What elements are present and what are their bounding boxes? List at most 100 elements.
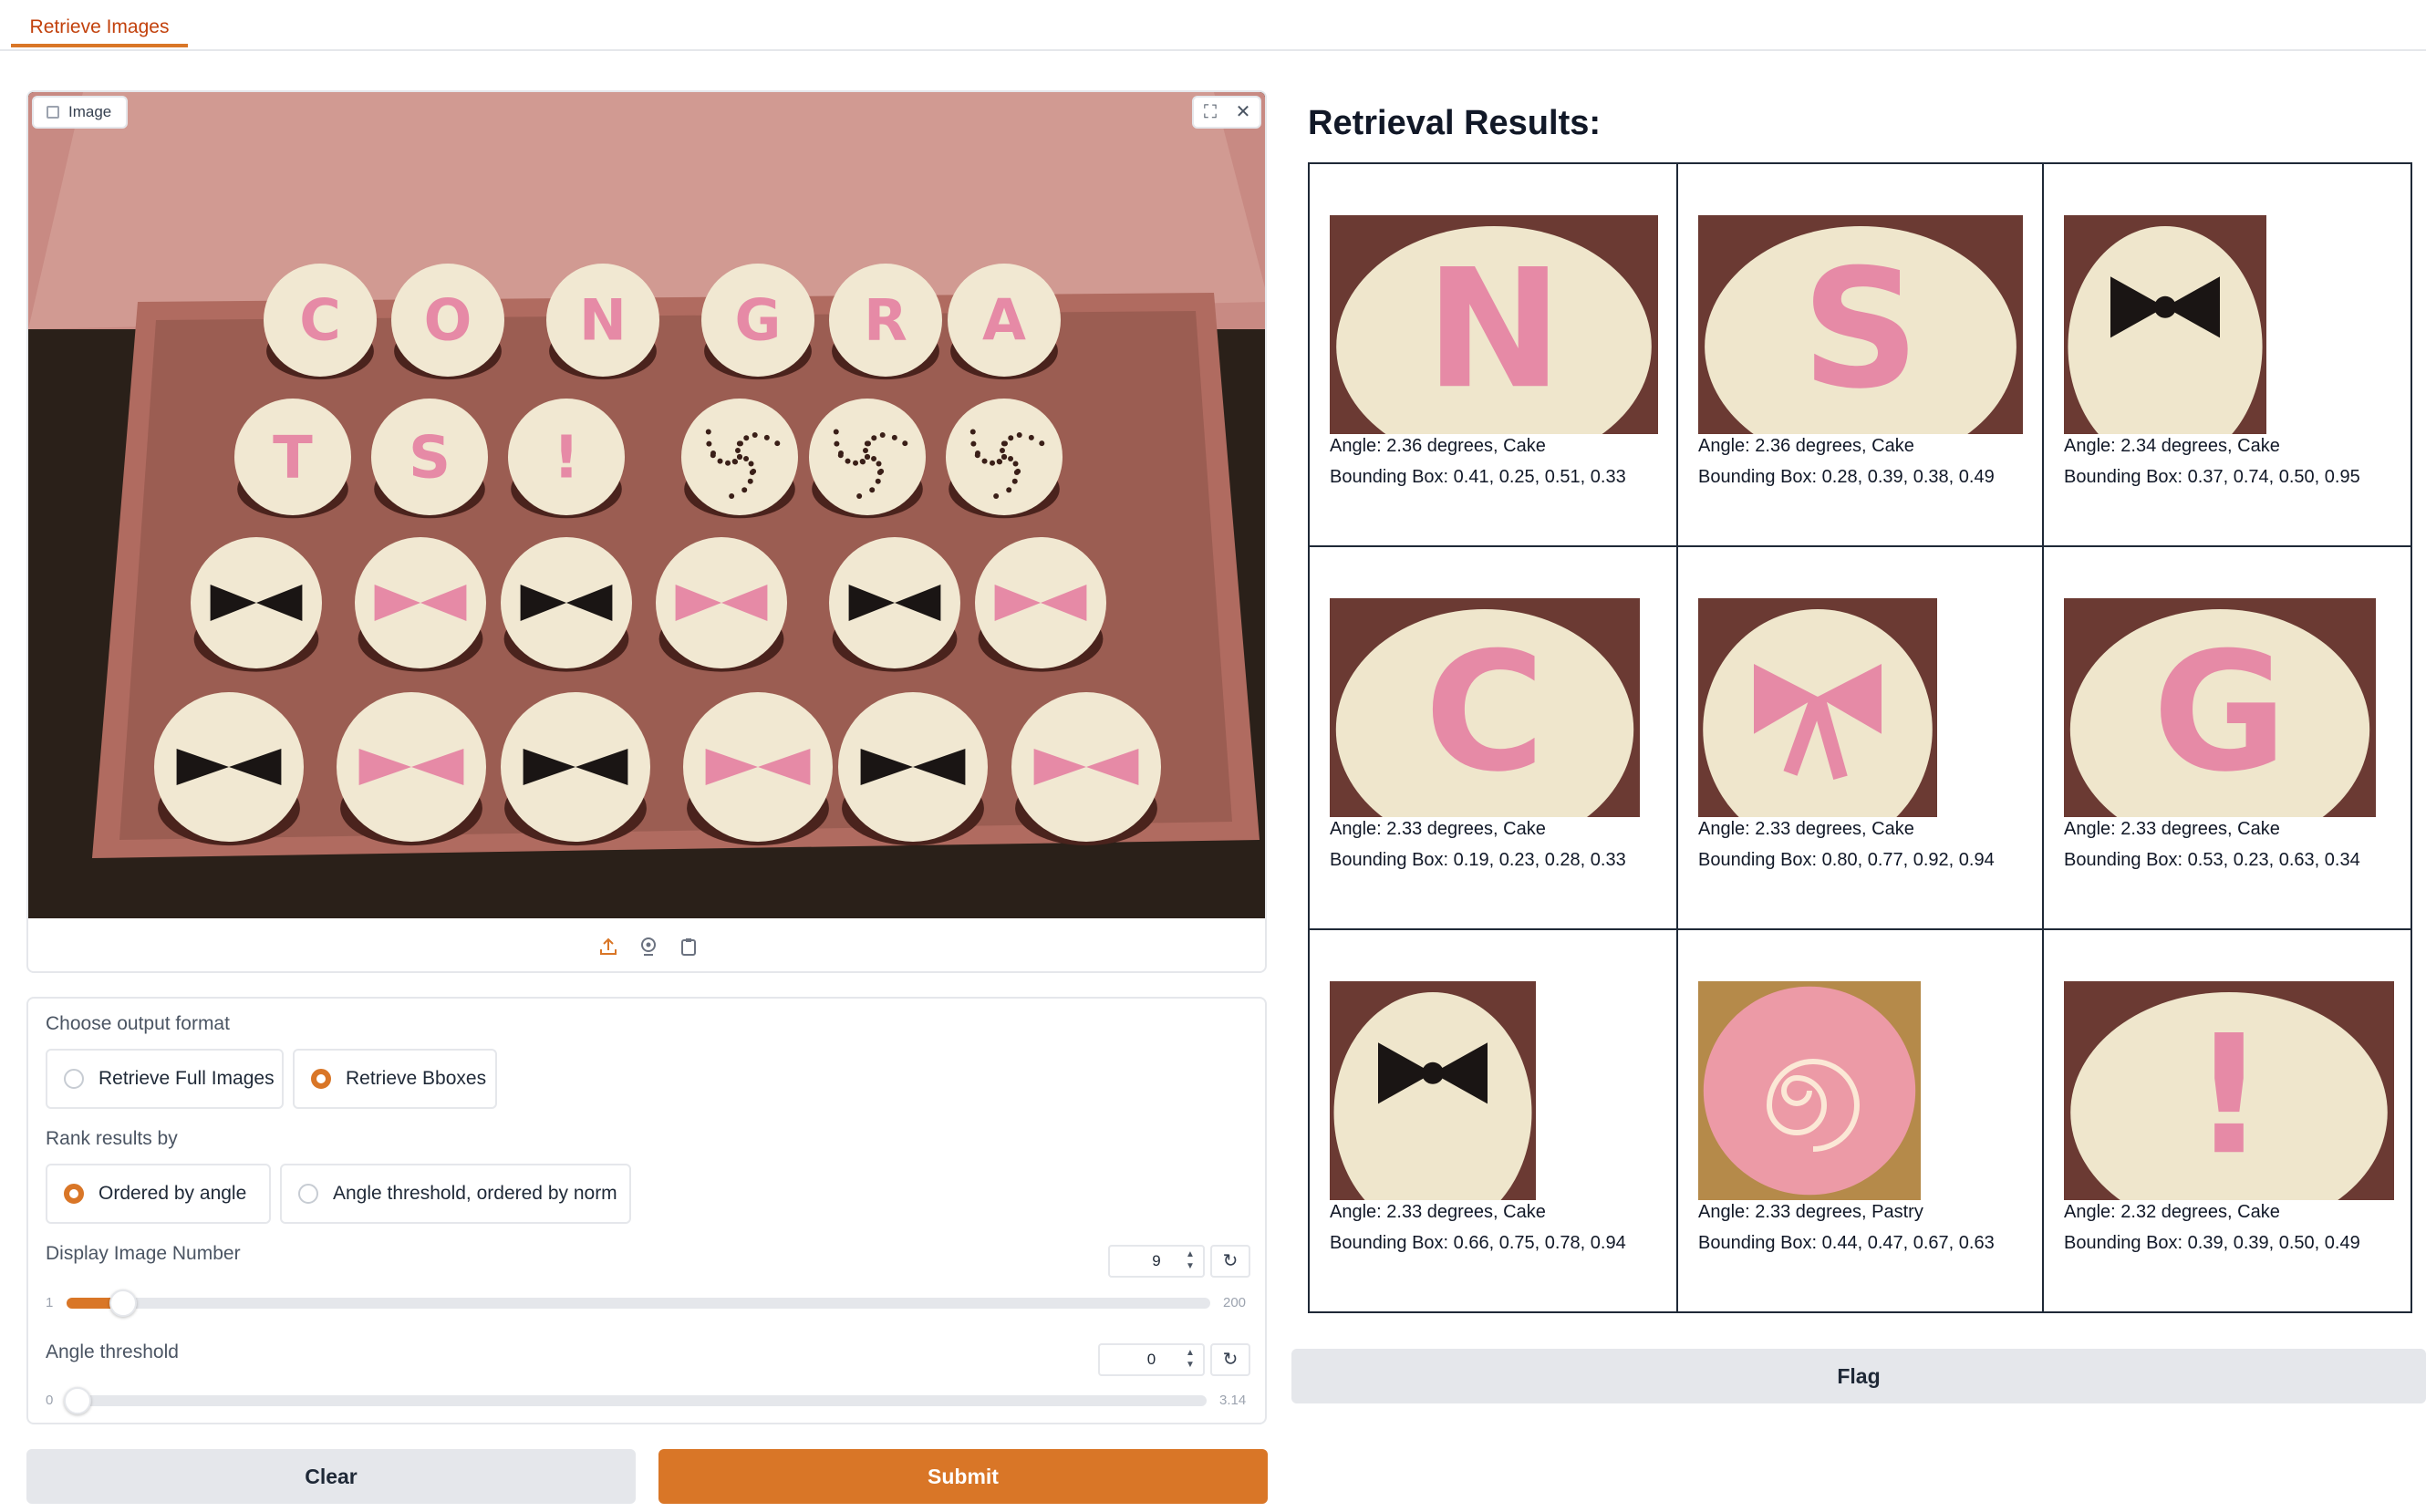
cupcake: [191, 537, 322, 672]
cupcake: O: [391, 264, 504, 380]
result-cell: S Angle: 2.36 degrees, Cake Bounding Box: …: [1678, 164, 2044, 547]
reset-icon[interactable]: ↻: [1210, 1343, 1250, 1376]
cupcake: C: [264, 264, 377, 380]
cupcake: [838, 692, 988, 846]
result-bbox-label: Bounding Box: 0.44, 0.47, 0.67, 0.63: [1698, 1233, 1995, 1253]
slider-min: 1: [46, 1295, 54, 1310]
reset-icon[interactable]: ↻: [1210, 1245, 1250, 1278]
result-angle-label: Angle: 2.33 degrees, Cake: [1698, 819, 1914, 839]
source-selector: [28, 918, 1265, 971]
cupcake: [829, 537, 960, 672]
result-bbox-label: Bounding Box: 0.19, 0.23, 0.28, 0.33: [1330, 850, 1626, 870]
cupcake: S: [371, 399, 488, 519]
flag-button[interactable]: Flag: [1291, 1349, 2426, 1403]
display-number-slider[interactable]: [67, 1289, 1210, 1317]
cupcake: N: [546, 264, 659, 380]
svg-text:O: O: [424, 287, 472, 354]
result-angle-label: Angle: 2.33 degrees, Cake: [1330, 819, 1546, 839]
result-angle-label: Angle: 2.34 degrees, Cake: [2064, 436, 2280, 456]
result-cell: Angle: 2.34 degrees, Cake Bounding Box: 0…: [2044, 164, 2410, 547]
cupcake: [975, 537, 1106, 672]
result-bbox-label: Bounding Box: 0.53, 0.23, 0.63, 0.34: [2064, 850, 2360, 870]
result-thumbnail: [1698, 981, 1921, 1200]
slider-max: 3.14: [1219, 1393, 1247, 1408]
cupcake: R: [829, 264, 942, 380]
image-icon: [47, 106, 59, 119]
result-bbox-label: Bounding Box: 0.41, 0.25, 0.51, 0.33: [1330, 467, 1626, 487]
fullscreen-icon[interactable]: ⛶: [1194, 98, 1227, 127]
svg-text:S: S: [409, 424, 451, 492]
radio-dot-selected: [64, 1184, 84, 1204]
cupcake: [681, 399, 798, 519]
radio-dot: [298, 1184, 318, 1204]
input-photo: C O N G R A T S!: [28, 92, 1265, 918]
clipboard-icon[interactable]: [679, 937, 699, 957]
cupcake: [683, 692, 833, 846]
radio-ordered-by-angle[interactable]: Ordered by angle: [46, 1164, 271, 1224]
radio-retrieve-bboxes[interactable]: Retrieve Bboxes: [293, 1049, 497, 1109]
result-thumbnail: [1698, 598, 1937, 817]
result-bbox-label: Bounding Box: 0.28, 0.39, 0.38, 0.49: [1698, 467, 1995, 487]
radio-dot: [64, 1069, 84, 1089]
result-angle-label: Angle: 2.36 degrees, Cake: [1330, 436, 1546, 456]
cupcake: [809, 399, 926, 519]
upload-icon[interactable]: [598, 937, 618, 957]
angle-threshold-slider[interactable]: [64, 1387, 1207, 1414]
cupcake: [946, 399, 1063, 519]
cupcake: [501, 537, 632, 672]
angle-threshold-input[interactable]: 0 ▲ ▼: [1098, 1343, 1205, 1376]
result-angle-label: Angle: 2.33 degrees, Pastry: [1698, 1202, 1923, 1222]
svg-text:A: A: [982, 287, 1026, 354]
result-thumbnail: N: [1330, 215, 1658, 434]
cupcake: [355, 537, 486, 672]
svg-text:G: G: [735, 287, 782, 354]
display-number-input[interactable]: 9 ▲ ▼: [1108, 1245, 1205, 1278]
slider-max: 200: [1223, 1295, 1247, 1310]
result-cell: ! Angle: 2.32 degrees, Cake Bounding Box: …: [2044, 930, 2410, 1313]
options-panel: Choose output format Retrieve Full Image…: [26, 997, 1267, 1424]
svg-text:!: !: [2192, 1000, 2266, 1191]
results-grid: N Angle: 2.36 degrees, Cake Bounding Box: …: [1308, 162, 2412, 1313]
cupcake: A: [948, 264, 1061, 380]
radio-angle-threshold-norm[interactable]: Angle threshold, ordered by norm: [280, 1164, 631, 1224]
result-cell: Angle: 2.33 degrees, Cake Bounding Box: 0…: [1310, 930, 1678, 1313]
result-thumbnail: !: [2064, 981, 2394, 1200]
webcam-icon[interactable]: [638, 937, 658, 957]
result-bbox-label: Bounding Box: 0.66, 0.75, 0.78, 0.94: [1330, 1233, 1626, 1253]
tab-bar: Retrieve Images: [0, 0, 2426, 51]
cupcake: [154, 692, 304, 846]
svg-text:C: C: [1425, 617, 1545, 808]
slider-min: 0: [46, 1393, 54, 1408]
close-icon[interactable]: ✕: [1227, 98, 1260, 127]
result-thumbnail: C: [1330, 598, 1640, 817]
result-bbox-label: Bounding Box: 0.39, 0.39, 0.50, 0.49: [2064, 1233, 2360, 1253]
stepper-icon[interactable]: ▲ ▼: [1183, 1248, 1197, 1274]
result-thumbnail: [2064, 215, 2266, 434]
result-thumbnail: [1330, 981, 1536, 1200]
cupcake: G: [701, 264, 814, 380]
result-angle-label: Angle: 2.33 degrees, Cake: [2064, 819, 2280, 839]
rank-by-label: Rank results by: [46, 1128, 178, 1149]
radio-retrieve-full-images[interactable]: Retrieve Full Images: [46, 1049, 284, 1109]
clear-button[interactable]: Clear: [26, 1449, 636, 1504]
result-cell: N Angle: 2.36 degrees, Cake Bounding Box: …: [1310, 164, 1678, 547]
result-thumbnail: S: [1698, 215, 2023, 434]
svg-text:N: N: [1426, 234, 1563, 425]
cupcake: [337, 692, 486, 846]
tab-retrieve-images[interactable]: Retrieve Images: [11, 0, 188, 47]
cupcake: T: [234, 399, 351, 519]
image-controls: ⛶ ✕: [1192, 96, 1261, 129]
image-input-panel[interactable]: C O N G R A T S! Image ⛶ ✕: [26, 90, 1267, 973]
slider-thumb[interactable]: [64, 1387, 91, 1414]
submit-button[interactable]: Submit: [658, 1449, 1268, 1504]
results-title: Retrieval Results:: [1308, 104, 1602, 142]
slider-thumb[interactable]: [109, 1289, 138, 1317]
stepper-icon[interactable]: ▲ ▼: [1183, 1347, 1197, 1372]
svg-text:C: C: [299, 287, 341, 354]
result-angle-label: Angle: 2.32 degrees, Cake: [2064, 1202, 2280, 1222]
result-bbox-label: Bounding Box: 0.37, 0.74, 0.50, 0.95: [2064, 467, 2360, 487]
cupcake: !: [508, 399, 625, 519]
svg-text:S: S: [1801, 234, 1920, 425]
cupcake: [501, 692, 650, 846]
result-angle-label: Angle: 2.33 degrees, Cake: [1330, 1202, 1546, 1222]
